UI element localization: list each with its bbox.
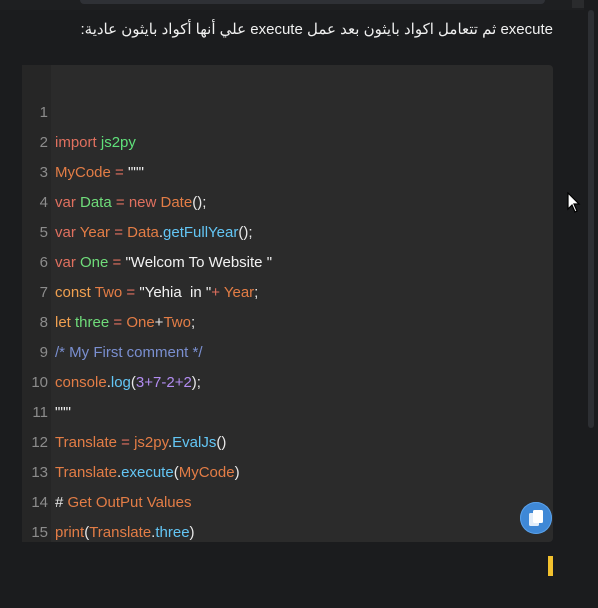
code-token: Date <box>156 194 193 211</box>
code-line: 12 Translate.execute(MyCode) <box>22 398 239 481</box>
code-token: execute <box>121 464 174 481</box>
code-token: EvalJs <box>172 434 217 451</box>
code-token: Translate <box>55 434 117 451</box>
code-token: ) <box>234 464 240 481</box>
code-token: Data <box>75 194 112 211</box>
code-line: 11 Translate = js2py.EvalJs() <box>22 368 226 451</box>
code-token: Translate <box>89 524 152 541</box>
intro-text-end: علي أنها أكواد بايثون عادية: <box>80 21 251 38</box>
code-token: Two <box>90 284 123 301</box>
code-line: 4 var Year = Data.getFullYear(); <box>22 158 253 241</box>
code-token: = <box>110 164 128 181</box>
scrollbar-thumb[interactable] <box>588 10 594 428</box>
code-token: (); <box>238 224 253 241</box>
copy-icon <box>529 510 543 526</box>
code-token: js2py <box>96 134 136 151</box>
code-line: 1 import js2py <box>22 68 136 151</box>
code-token: three <box>70 314 110 331</box>
code-token: "Welcom To Website " <box>125 254 273 271</box>
line-number: 15 <box>31 524 48 541</box>
code-token: print <box>55 524 85 541</box>
code-line: 6 const Two = "Yehia in "+ Year; <box>22 218 259 301</box>
code-token: getFullYear <box>163 224 239 241</box>
mouse-cursor-icon <box>567 192 581 213</box>
code-token: ); <box>191 374 201 391</box>
code-token: let <box>55 314 71 331</box>
code-comment: /* My First comment */ <box>55 344 203 361</box>
code-line: 10 """ <box>22 338 71 421</box>
code-token: One <box>75 254 109 271</box>
code-token: One <box>126 314 155 331</box>
code-token: = <box>111 194 129 211</box>
code-token: """ <box>55 404 71 421</box>
code-token: var <box>55 254 76 271</box>
code-token: ) <box>189 524 195 541</box>
code-token: ; <box>190 314 196 331</box>
intro-paragraph: execute ثم تتعامل اكواد بايثون بعد عمل e… <box>13 18 553 42</box>
code-token: Year <box>75 224 111 241</box>
top-bar <box>80 0 545 4</box>
code-token: () <box>216 434 227 451</box>
code-token: Two <box>163 314 191 331</box>
code-token: const <box>55 284 91 301</box>
intro-keyword-execute-2: execute <box>250 21 303 38</box>
intro-text-middle: ثم تتعامل اكواد بايثون بعد عمل <box>302 21 501 38</box>
code-token: + <box>211 284 224 301</box>
code-token: (); <box>192 194 207 211</box>
intro-keyword-execute-1: execute <box>500 21 553 38</box>
code-token: ; <box>254 284 259 301</box>
code-token: "Yehia in " <box>139 284 212 301</box>
code-token: """ <box>127 164 144 181</box>
code-token: = <box>109 314 127 331</box>
code-line: 9 console.log(3+7-2+2); <box>22 308 201 391</box>
code-line: 15 <box>22 488 48 541</box>
code-line: 13 # Get OutPut Values <box>22 428 191 511</box>
code-token: = <box>116 434 135 451</box>
code-token: log <box>110 374 131 391</box>
code-token: 3+7-2+2 <box>135 374 192 391</box>
code-token: console <box>55 374 107 391</box>
code-token: = <box>108 254 126 271</box>
code-token: var <box>55 224 76 241</box>
accent-bar <box>548 556 553 576</box>
code-token: three <box>155 524 190 541</box>
code-token: Year <box>223 284 255 301</box>
code-token: var <box>55 194 76 211</box>
code-line: 5 var One = "Welcom To Website " <box>22 188 272 271</box>
code-token: Data <box>127 224 159 241</box>
code-line: 8 /* My First comment */ <box>22 278 203 361</box>
code-token: new <box>128 194 157 211</box>
code-line: 7 let three = One+Two; <box>22 248 195 331</box>
code-line: 2 MyCode = """ <box>22 98 144 181</box>
code-line: 14 print(Translate.three) <box>22 458 194 541</box>
code-comment: Get OutPut Values <box>67 494 192 511</box>
code-token: js2py <box>134 434 168 451</box>
code-token: = <box>110 224 128 241</box>
code-token: import <box>55 134 97 151</box>
code-line: 3 var Data = new Date(); <box>22 128 207 211</box>
code-block: 1 import js2py 2 MyCode = """ 3 var Data… <box>22 65 553 542</box>
code-token: MyCode <box>178 464 235 481</box>
copy-code-button[interactable] <box>520 502 552 534</box>
code-token: MyCode <box>55 164 111 181</box>
code-token: # <box>55 494 68 511</box>
code-token: Translate <box>55 464 117 481</box>
code-token: = <box>122 284 140 301</box>
